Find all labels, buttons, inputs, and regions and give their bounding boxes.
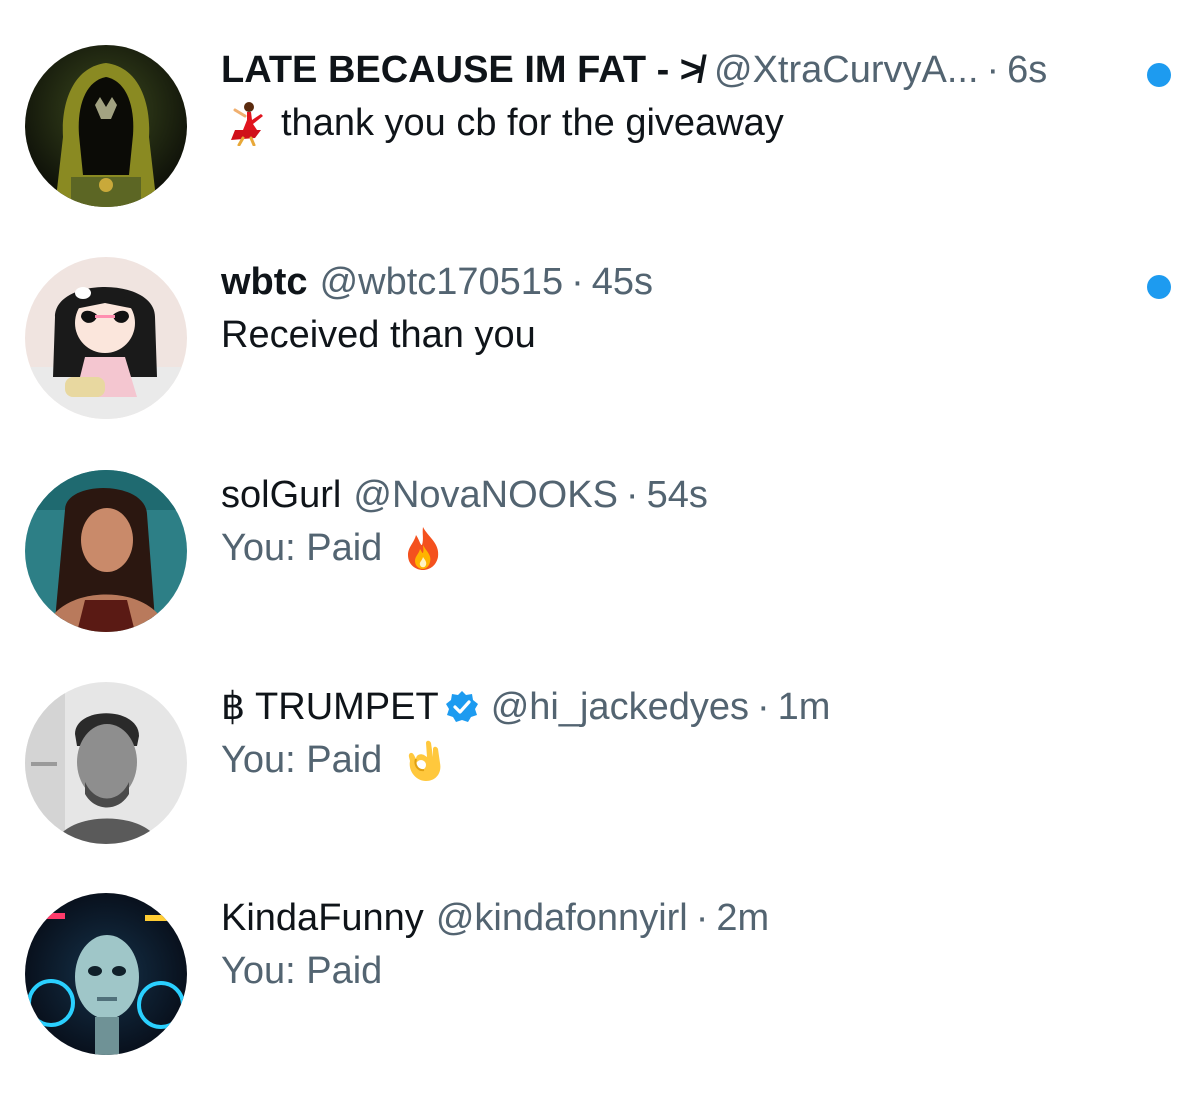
timestamp: 1m bbox=[777, 686, 831, 728]
conversation-header: KindaFunny @kindafonnyirl · 2m bbox=[221, 893, 769, 943]
separator-dot: · bbox=[571, 261, 584, 303]
separator-dot: · bbox=[986, 49, 1000, 91]
conversation-row[interactable]: ฿ TRUMPET @hi_jackedyes · 1m You: Paid bbox=[0, 682, 1200, 882]
message-preview: You: Paid bbox=[221, 946, 382, 996]
photo-avatar bbox=[25, 682, 187, 844]
unread-indicator bbox=[1147, 63, 1171, 87]
photo-avatar bbox=[25, 470, 187, 632]
unread-indicator bbox=[1147, 275, 1171, 299]
user-handle: @kindafonnyirl bbox=[435, 897, 688, 939]
timestamp: 45s bbox=[591, 261, 654, 303]
preview-text: thank you cb for the giveaway bbox=[281, 102, 784, 144]
conversation-header: wbtc @wbtc170515 · 45s bbox=[221, 257, 653, 307]
message-preview: thank you cb for the giveaway bbox=[221, 98, 784, 148]
display-name: ฿ TRUMPET bbox=[221, 686, 439, 728]
avatar[interactable] bbox=[25, 470, 187, 632]
hooded-figure-avatar bbox=[25, 45, 187, 207]
message-preview: Received than you bbox=[221, 310, 536, 360]
preview-text: Received than you bbox=[221, 314, 536, 356]
conversation-row[interactable]: wbtc @wbtc170515 · 45s Received than you bbox=[0, 257, 1200, 457]
ok-hand-emoji-icon bbox=[400, 737, 446, 783]
dm-conversation-list: LATE BECAUSE IM FAT - ≯ @XtraCurvyA... ·… bbox=[0, 0, 1200, 1071]
display-name: solGurl bbox=[221, 474, 342, 516]
cartoon-girl-avatar bbox=[25, 257, 187, 419]
avatar[interactable] bbox=[25, 45, 187, 207]
robot-avatar bbox=[25, 893, 187, 1055]
preview-text: You: Paid bbox=[221, 527, 383, 569]
user-handle: @wbtc170515 bbox=[319, 261, 564, 303]
separator-dot: · bbox=[695, 897, 709, 939]
display-name: KindaFunny bbox=[221, 897, 424, 939]
conversation-header: ฿ TRUMPET @hi_jackedyes · 1m bbox=[221, 682, 830, 732]
preview-text: You: Paid bbox=[221, 739, 383, 781]
preview-text: You: Paid bbox=[221, 950, 383, 992]
fire-emoji-icon bbox=[400, 525, 446, 571]
separator-dot: · bbox=[625, 474, 639, 516]
avatar[interactable] bbox=[25, 682, 187, 844]
dancer-emoji-icon bbox=[221, 100, 267, 146]
conversation-row[interactable]: LATE BECAUSE IM FAT - ≯ @XtraCurvyA... ·… bbox=[0, 45, 1200, 245]
conversation-row[interactable]: solGurl @NovaNOOKS · 54s You: Paid bbox=[0, 470, 1200, 670]
display-name: LATE BECAUSE IM FAT - ≯ bbox=[221, 49, 702, 91]
user-handle: @hi_jackedyes bbox=[490, 686, 749, 728]
separator-dot: · bbox=[756, 686, 770, 728]
message-preview: You: Paid bbox=[221, 523, 446, 573]
conversation-row[interactable]: KindaFunny @kindafonnyirl · 2m You: Paid bbox=[0, 893, 1200, 1093]
timestamp: 54s bbox=[646, 474, 708, 516]
avatar[interactable] bbox=[25, 257, 187, 419]
avatar[interactable] bbox=[25, 893, 187, 1055]
display-name: wbtc bbox=[221, 261, 308, 303]
conversation-header: solGurl @NovaNOOKS · 54s bbox=[221, 470, 708, 520]
user-handle: @NovaNOOKS bbox=[353, 474, 618, 516]
timestamp: 2m bbox=[716, 897, 770, 939]
message-preview: You: Paid bbox=[221, 735, 446, 785]
user-handle: @XtraCurvyA... bbox=[714, 49, 979, 91]
conversation-header: LATE BECAUSE IM FAT - ≯ @XtraCurvyA... ·… bbox=[221, 45, 1047, 95]
timestamp: 6s bbox=[1007, 49, 1048, 91]
verified-badge-icon bbox=[445, 690, 479, 724]
